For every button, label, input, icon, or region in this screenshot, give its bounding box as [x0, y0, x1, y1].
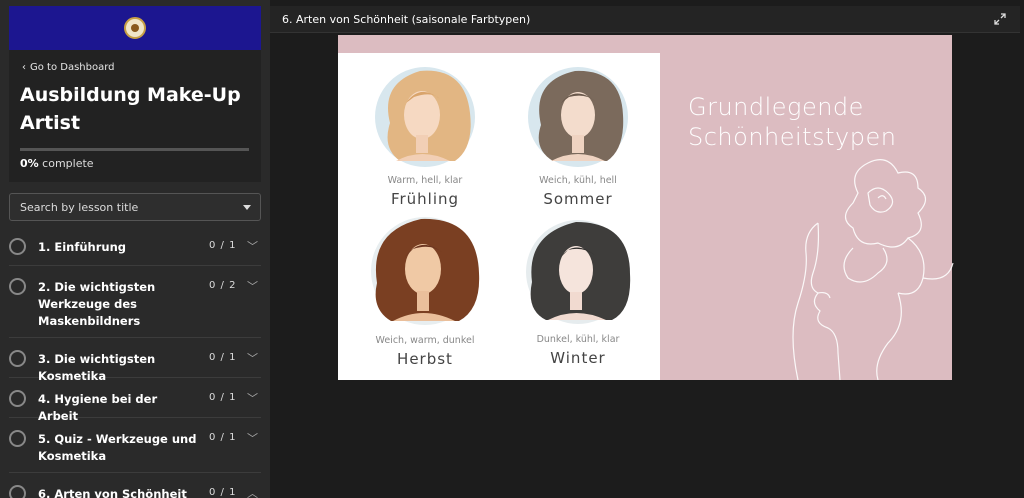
- chevron-up-icon[interactable]: ︿: [247, 485, 258, 498]
- summer-portrait-icon: [528, 67, 628, 167]
- spring-portrait-icon: [375, 67, 475, 167]
- winter-portrait-icon: [526, 220, 631, 324]
- course-banner: [9, 6, 261, 50]
- go-to-dashboard-link[interactable]: ‹ Go to Dashboard: [22, 62, 115, 73]
- lesson-count: 0 / 1: [209, 352, 237, 363]
- type-name: Frühling: [390, 190, 460, 208]
- incomplete-circle-icon: [9, 390, 26, 407]
- caret-down-icon: [243, 205, 251, 210]
- chevron-down-icon[interactable]: ﹀: [247, 350, 258, 366]
- progress-suffix: complete: [38, 157, 94, 170]
- slide: Warm, hell, klar Frühling Weich, kühl, h…: [338, 35, 954, 380]
- course-card: ‹ Go to Dashboard Ausbildung Make-Up Arti…: [9, 6, 261, 182]
- lesson-item[interactable]: 1. Einführung 0 / 1 ﹀: [9, 226, 261, 266]
- sidebar: ‹ Go to Dashboard Ausbildung Make-Up Arti…: [0, 0, 270, 498]
- chevron-down-icon[interactable]: ﹀: [247, 278, 258, 294]
- slide-heading-line: Grundlegende: [688, 93, 864, 121]
- type-tile-fruehling: Warm, hell, klar Frühling: [350, 63, 500, 208]
- type-name: Herbst: [397, 350, 453, 368]
- lesson-header: 6. Arten von Schönheit (saisonale Farbty…: [270, 6, 1020, 33]
- type-subtitle: Warm, hell, klar: [387, 175, 463, 186]
- incomplete-circle-icon: [9, 350, 26, 367]
- autumn-portrait-icon: [371, 217, 480, 325]
- type-subtitle: Dunkel, kühl, klar: [536, 334, 620, 345]
- lesson-item[interactable]: 2. Die wichtigsten Werkzeuge des Maskenb…: [9, 266, 261, 338]
- types-panel: Warm, hell, klar Frühling Weich, kühl, h…: [338, 53, 660, 380]
- search-placeholder: Search by lesson title: [20, 201, 139, 214]
- type-tile-sommer: Weich, kühl, hell Sommer: [503, 63, 653, 208]
- incomplete-circle-icon: [9, 278, 26, 295]
- lesson-title: 2. Die wichtigsten Werkzeuge des Maskenb…: [38, 280, 156, 328]
- lesson-count: 0 / 1: [209, 432, 237, 443]
- chevron-down-icon[interactable]: ﹀: [247, 238, 258, 254]
- progress-text: 0% complete: [20, 157, 94, 170]
- type-tile-herbst: Weich, warm, dunkel Herbst: [350, 213, 500, 368]
- lesson-item[interactable]: 5. Quiz - Werkzeuge und Kosmetika 0 / 1 …: [9, 418, 261, 473]
- lesson-header-title: 6. Arten von Schönheit (saisonale Farbty…: [282, 13, 531, 26]
- chevron-down-icon[interactable]: ﹀: [247, 430, 258, 446]
- type-name: Sommer: [543, 190, 613, 208]
- course-title: Ausbildung Make-Up Artist: [20, 84, 241, 134]
- lesson-title: 1. Einführung: [38, 240, 127, 254]
- lesson-title: 5. Quiz - Werkzeuge und Kosmetika: [38, 432, 197, 463]
- face-rose-line-art: [792, 159, 954, 380]
- incomplete-circle-icon: [9, 485, 26, 498]
- lesson-count: 0 / 1: [209, 240, 237, 251]
- back-label: Go to Dashboard: [30, 62, 115, 73]
- progress-percent: 0%: [20, 157, 39, 170]
- school-logo: [124, 17, 146, 39]
- fullscreen-icon[interactable]: [994, 13, 1006, 25]
- type-subtitle: Weich, kühl, hell: [539, 175, 617, 186]
- chevron-left-icon: ‹: [22, 62, 26, 73]
- lesson-item-active[interactable]: 6. Arten von Schönheit 0 / 1 ︿: [9, 473, 261, 498]
- slide-heading-line: Schönheitstypen: [688, 123, 897, 151]
- chevron-down-icon[interactable]: ﹀: [247, 390, 258, 406]
- type-subtitle: Weich, warm, dunkel: [375, 335, 475, 346]
- type-tile-winter: Dunkel, kühl, klar Winter: [503, 216, 653, 367]
- lesson-item[interactable]: 3. Die wichtigsten Kosmetika 0 / 1 ﹀: [9, 338, 261, 383]
- slide-heading: Grundlegende Schönheitstypen: [688, 92, 896, 152]
- lesson-count: 0 / 1: [209, 392, 237, 403]
- lesson-title: 6. Arten von Schönheit: [38, 487, 187, 498]
- progress-bar: [20, 148, 249, 151]
- main-content: 6. Arten von Schönheit (saisonale Farbty…: [270, 0, 1024, 498]
- lesson-count: 0 / 1: [209, 487, 237, 498]
- incomplete-circle-icon: [9, 238, 26, 255]
- type-name: Winter: [550, 349, 606, 367]
- lesson-search-select[interactable]: Search by lesson title: [9, 193, 261, 221]
- incomplete-circle-icon: [9, 430, 26, 447]
- lesson-count: 0 / 2: [209, 280, 237, 291]
- lesson-item[interactable]: 4. Hygiene bei der Arbeit 0 / 1 ﹀: [9, 378, 261, 423]
- app: ‹ Go to Dashboard Ausbildung Make-Up Arti…: [0, 0, 1024, 498]
